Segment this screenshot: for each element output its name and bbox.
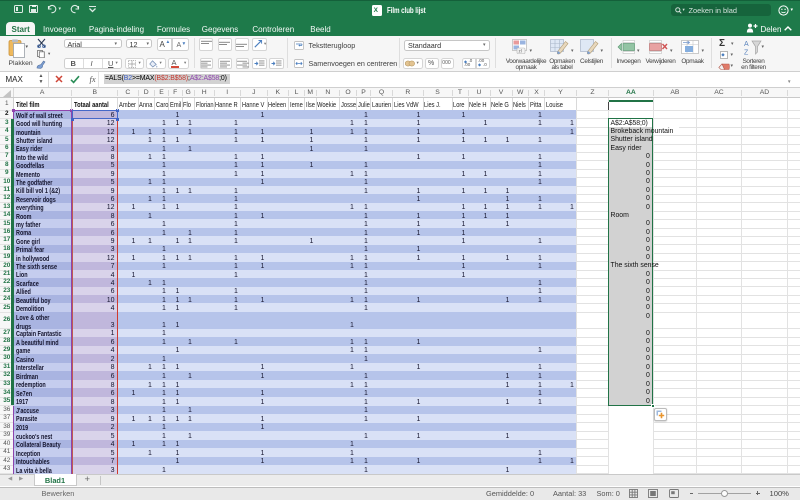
svg-text:A: A: [744, 41, 749, 48]
svg-text:Z: Z: [744, 50, 749, 57]
svg-text:zl: zl: [519, 49, 522, 54]
